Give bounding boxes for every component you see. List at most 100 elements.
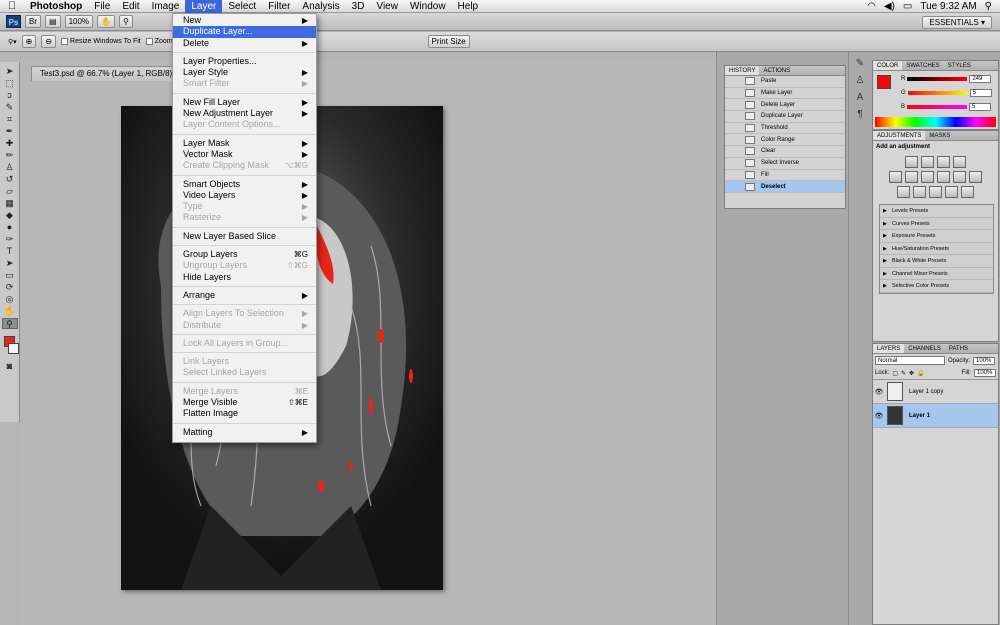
lasso-tool-icon[interactable]: ↄ <box>2 90 18 101</box>
document-tab[interactable]: Test3.psd @ 66.7% (Layer 1, RGB/8) * <box>31 66 187 81</box>
mini-bridge-button[interactable]: ▤ <box>45 15 61 28</box>
color-foreground-swatch[interactable] <box>877 75 891 89</box>
menu-item-new-layer-based-slice[interactable]: New Layer Based Slice <box>173 231 316 242</box>
3d-orbit-tool-icon[interactable]: ◎ <box>2 294 18 305</box>
menu-item-delete[interactable]: Delete ▶ <box>173 38 316 49</box>
crop-tool-icon[interactable]: ⌗ <box>2 114 18 125</box>
pen-tool-icon[interactable]: ✑ <box>2 234 18 245</box>
menu-filter[interactable]: Filter <box>262 0 296 13</box>
menu-item-hide-layers[interactable]: Hide Layers <box>173 272 316 283</box>
hand-tool-icon[interactable]: ✋ <box>97 15 115 28</box>
menu-item-new-adjustment-layer[interactable]: New Adjustment Layer ▶ <box>173 108 316 119</box>
fill-input[interactable]: 100% <box>974 369 996 377</box>
menu-item-flatten-image[interactable]: Flatten Image <box>173 408 316 419</box>
black-white-icon[interactable] <box>937 171 950 183</box>
menu-item-arrange[interactable]: Arrange ▶ <box>173 290 316 301</box>
history-row[interactable]: Color Range <box>725 134 845 147</box>
clone-stamp-tool-icon[interactable]: ♙ <box>2 162 18 173</box>
battery-icon[interactable]: ▭ <box>903 1 912 12</box>
opacity-input[interactable]: 100% <box>973 356 996 365</box>
spotlight-icon[interactable]: ⚲ <box>985 1 992 12</box>
preset-hue-saturation[interactable]: Hue/Saturation Presets <box>880 243 993 255</box>
menu-item-merge-visible[interactable]: Merge Visible ⇧⌘E <box>173 397 316 408</box>
lock-pixels-icon[interactable]: ✎ <box>901 370 906 377</box>
hue-saturation-icon[interactable] <box>905 171 918 183</box>
path-selection-tool-icon[interactable]: ➤ <box>2 258 18 269</box>
menu-item-layer-properties[interactable]: Layer Properties... <box>173 56 316 67</box>
zoom-level-select[interactable]: 100% <box>64 15 94 28</box>
curves-icon[interactable] <box>937 156 950 168</box>
color-spectrum-ramp[interactable] <box>875 117 996 127</box>
selective-color-icon[interactable] <box>961 186 974 198</box>
history-row[interactable]: Threshold <box>725 123 845 135</box>
preset-exposure[interactable]: Exposure Presets <box>880 230 993 243</box>
tab-color[interactable]: COLOR <box>873 61 903 70</box>
volume-icon[interactable]: ◀) <box>884 1 895 12</box>
layer-row[interactable]: 👁 Layer 1 copy <box>873 380 998 404</box>
gradient-tool-icon[interactable]: ▦ <box>2 198 18 209</box>
eyedropper-tool-icon[interactable]: ✒ <box>2 126 18 137</box>
menu-item-new[interactable]: New ▶ <box>173 15 316 26</box>
history-row[interactable]: Fill <box>725 170 845 182</box>
wifi-icon[interactable]: ◠ <box>867 1 876 12</box>
app-menu[interactable]: Photoshop <box>24 0 88 13</box>
zoom-tool-icon[interactable]: ⚲ <box>119 15 133 28</box>
apple-menu-icon[interactable]:  <box>0 0 24 12</box>
menu-layer[interactable]: Layer <box>185 0 223 13</box>
threshold-icon[interactable] <box>929 186 942 198</box>
hand-tool-icon[interactable]: ✋ <box>2 306 18 317</box>
vibrance-icon[interactable] <box>889 171 902 183</box>
eraser-tool-icon[interactable]: ▱ <box>2 186 18 197</box>
tab-swatches[interactable]: SWATCHES <box>902 61 943 70</box>
quick-selection-tool-icon[interactable]: ✎ <box>2 102 18 113</box>
zoom-preset-icon[interactable]: ⚲▾ <box>8 38 17 46</box>
channel-mixer-icon[interactable] <box>969 171 982 183</box>
zoom-out-icon[interactable]: ⊖ <box>41 35 57 48</box>
levels-icon[interactable] <box>921 156 934 168</box>
bridge-button[interactable]: Br <box>25 15 41 28</box>
tab-history[interactable]: HISTORY <box>725 66 760 75</box>
color-balance-icon[interactable] <box>921 171 934 183</box>
preset-channel-mixer[interactable]: Channel Mixer Presets <box>880 268 993 280</box>
brush-tool-icon[interactable]: ✏ <box>2 150 18 161</box>
layer-row-selected[interactable]: 👁 Layer 1 <box>873 404 998 428</box>
menu-edit[interactable]: Edit <box>116 0 145 13</box>
menu-help[interactable]: Help <box>452 0 485 13</box>
background-color-swatch[interactable] <box>8 343 19 354</box>
visibility-eye-icon[interactable]: 👁 <box>873 388 885 396</box>
move-tool-icon[interactable]: ➤ <box>2 66 18 77</box>
history-row[interactable]: Duplicate Layer <box>725 111 845 123</box>
dodge-tool-icon[interactable]: ● <box>2 222 18 233</box>
menu-item-group-layers[interactable]: Group Layers ⌘G <box>173 249 316 260</box>
lock-transparency-icon[interactable]: ▢ <box>892 370 898 377</box>
blue-value[interactable]: 5 <box>969 102 992 111</box>
history-row[interactable]: Clear <box>725 146 845 158</box>
tab-styles[interactable]: STYLES <box>944 61 975 70</box>
blur-tool-icon[interactable]: ◆ <box>2 210 18 221</box>
character-panel-icon[interactable]: A <box>857 92 864 103</box>
red-value[interactable]: 249 <box>969 74 992 83</box>
photo-filter-icon[interactable] <box>953 171 966 183</box>
lock-position-icon[interactable]: ✥ <box>909 370 914 377</box>
zoom-tool-icon[interactable]: ⚲ <box>1 318 18 329</box>
menu-view[interactable]: View <box>370 0 404 13</box>
history-row[interactable]: Make Layer <box>725 88 845 100</box>
clock[interactable]: Tue 9:32 AM <box>920 1 976 12</box>
menu-item-matting[interactable]: Matting ▶ <box>173 427 316 438</box>
visibility-eye-icon[interactable]: 👁 <box>873 412 885 420</box>
preset-black-white[interactable]: Black & White Presets <box>880 255 993 268</box>
tab-paths[interactable]: PATHS <box>945 344 972 353</box>
brush-panel-icon[interactable]: ✎ <box>856 58 864 69</box>
history-brush-tool-icon[interactable]: ↺ <box>2 174 18 185</box>
gradient-map-icon[interactable] <box>945 186 958 198</box>
type-tool-icon[interactable]: T <box>2 246 18 257</box>
history-row[interactable]: Delete Layer <box>725 99 845 112</box>
preset-selective-color[interactable]: Selective Color Presets <box>880 280 993 293</box>
brightness-contrast-icon[interactable] <box>905 156 918 168</box>
menu-item-vector-mask[interactable]: Vector Mask ▶ <box>173 149 316 160</box>
marquee-tool-icon[interactable]: ⬚ <box>2 78 18 89</box>
menu-item-new-fill-layer[interactable]: New Fill Layer ▶ <box>173 97 316 108</box>
tab-adjustments[interactable]: ADJUSTMENTS <box>873 131 926 140</box>
menu-item-duplicate-layer[interactable]: Duplicate Layer... <box>173 26 316 38</box>
menu-select[interactable]: Select <box>222 0 262 13</box>
